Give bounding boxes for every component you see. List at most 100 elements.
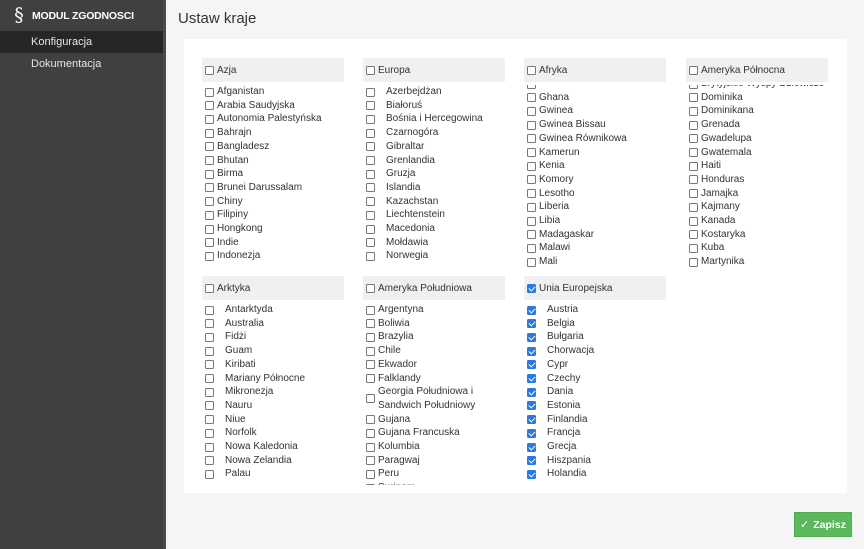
country-item[interactable]: Liberia: [524, 200, 666, 214]
country-item[interactable]: Grenlandia: [363, 154, 505, 168]
country-checkbox[interactable]: [527, 85, 536, 89]
country-item[interactable]: Kazachstan: [363, 195, 505, 209]
country-checkbox[interactable]: [689, 85, 698, 89]
country-item[interactable]: Australia: [202, 317, 344, 331]
country-checkbox[interactable]: [366, 415, 375, 425]
country-checkbox[interactable]: [689, 106, 698, 116]
country-checkbox[interactable]: [366, 456, 375, 466]
country-item[interactable]: Bośnia i Hercegowina: [363, 112, 505, 126]
country-checkbox[interactable]: [205, 156, 214, 166]
country-item[interactable]: Estonia: [524, 399, 666, 413]
country-checkbox[interactable]: [366, 346, 375, 356]
country-list[interactable]: Afganistan Arabia Saudyjska Autonomia Pale…: [202, 85, 344, 267]
country-checkbox[interactable]: [689, 230, 698, 240]
country-item[interactable]: Honduras: [686, 173, 828, 187]
country-checkbox[interactable]: [689, 189, 698, 199]
country-item[interactable]: Filipiny: [202, 208, 344, 222]
country-checkbox[interactable]: [366, 394, 375, 404]
country-checkbox[interactable]: [689, 257, 698, 267]
country-item[interactable]: Argentyna: [363, 303, 505, 317]
country-item[interactable]: Gwinea Bissau: [524, 118, 666, 132]
country-item[interactable]: Francja: [524, 426, 666, 440]
country-item[interactable]: Dominikana: [686, 104, 828, 118]
country-checkbox[interactable]: [366, 169, 375, 179]
country-checkbox[interactable]: [205, 87, 214, 97]
country-checkbox[interactable]: [527, 469, 536, 479]
country-item[interactable]: Mikronezja: [202, 385, 344, 399]
country-checkbox[interactable]: [689, 134, 698, 144]
group-header[interactable]: Ameryka Południowa: [363, 276, 505, 300]
country-checkbox[interactable]: [205, 469, 214, 479]
country-checkbox[interactable]: [205, 238, 214, 248]
country-item[interactable]: Grecja: [524, 440, 666, 454]
country-checkbox[interactable]: [205, 319, 214, 329]
country-checkbox[interactable]: [527, 189, 536, 199]
country-checkbox[interactable]: [527, 305, 536, 315]
country-item[interactable]: Autonomia Palestyńska: [202, 112, 344, 126]
group-header[interactable]: Unia Europejska: [524, 276, 666, 300]
country-checkbox[interactable]: [527, 387, 536, 397]
country-item[interactable]: Brazylia: [363, 330, 505, 344]
country-item[interactable]: Peru: [363, 467, 505, 481]
country-item[interactable]: Gwinea Równikowa: [524, 132, 666, 146]
country-list[interactable]: Argentyna Boliwia Brazylia Chile Ekwador Falk…: [363, 303, 505, 485]
country-item[interactable]: Dania: [524, 385, 666, 399]
country-checkbox[interactable]: [689, 216, 698, 226]
country-checkbox[interactable]: [205, 415, 214, 425]
country-checkbox[interactable]: [205, 114, 214, 124]
country-item[interactable]: Komory: [524, 173, 666, 187]
country-item[interactable]: Belgia: [524, 317, 666, 331]
country-item[interactable]: Bhutan: [202, 154, 344, 168]
country-item[interactable]: Nauru: [202, 399, 344, 413]
country-checkbox[interactable]: [527, 243, 536, 253]
country-checkbox[interactable]: [205, 224, 214, 234]
group-header[interactable]: Arktyka: [202, 276, 344, 300]
country-checkbox[interactable]: [527, 161, 536, 171]
country-checkbox[interactable]: [205, 101, 214, 111]
group-checkbox[interactable]: [366, 283, 375, 293]
country-item[interactable]: Finlandia: [524, 413, 666, 427]
country-item[interactable]: Macedonia: [363, 222, 505, 236]
country-checkbox[interactable]: [366, 101, 375, 111]
country-checkbox[interactable]: [205, 387, 214, 397]
country-item[interactable]: Kajmany: [686, 200, 828, 214]
country-checkbox[interactable]: [689, 175, 698, 185]
group-checkbox[interactable]: [527, 283, 536, 293]
country-checkbox[interactable]: [366, 332, 375, 342]
country-list[interactable]: Antarktyda Australia Fidżi Guam Kiribati Mari…: [202, 303, 344, 485]
country-item[interactable]: Dominika: [686, 91, 828, 105]
country-checkbox[interactable]: [527, 346, 536, 356]
country-checkbox[interactable]: [366, 197, 375, 207]
country-checkbox[interactable]: [205, 442, 214, 452]
country-checkbox[interactable]: [366, 87, 375, 97]
country-checkbox[interactable]: [205, 374, 214, 384]
country-checkbox[interactable]: [205, 428, 214, 438]
country-item[interactable]: Kuba: [686, 241, 828, 255]
country-checkbox[interactable]: [366, 374, 375, 384]
country-checkbox[interactable]: [527, 456, 536, 466]
sidebar-item-konfiguracja[interactable]: Konfiguracja: [0, 31, 163, 53]
country-item[interactable]: Martynika: [686, 255, 828, 267]
country-item[interactable]: Antarktyda: [202, 303, 344, 317]
country-item[interactable]: Czarnogóra: [363, 126, 505, 140]
country-item[interactable]: Guam: [202, 344, 344, 358]
country-item[interactable]: Ekwador: [363, 358, 505, 372]
country-list[interactable]: Ghana Gwinea Gwinea Bissau Gwinea Równikowa…: [524, 85, 666, 267]
country-item[interactable]: Jamajka: [686, 187, 828, 201]
country-item[interactable]: Kolumbia: [363, 440, 505, 454]
country-item[interactable]: Surinam: [363, 481, 505, 485]
country-item[interactable]: Austria: [524, 303, 666, 317]
country-checkbox[interactable]: [527, 360, 536, 370]
country-item[interactable]: Mali: [524, 255, 666, 267]
country-checkbox[interactable]: [527, 257, 536, 267]
group-header[interactable]: Afryka: [524, 58, 666, 82]
country-item[interactable]: Boliwia: [363, 317, 505, 331]
country-checkbox[interactable]: [527, 319, 536, 329]
country-item[interactable]: Bahrajn: [202, 126, 344, 140]
country-item[interactable]: Georgia Południowa i Sandwich Południowy: [363, 385, 505, 412]
country-item[interactable]: Haiti: [686, 159, 828, 173]
country-item[interactable]: Białoruś: [363, 99, 505, 113]
country-checkbox[interactable]: [366, 469, 375, 479]
country-item[interactable]: Grenada: [686, 118, 828, 132]
country-checkbox[interactable]: [366, 442, 375, 452]
